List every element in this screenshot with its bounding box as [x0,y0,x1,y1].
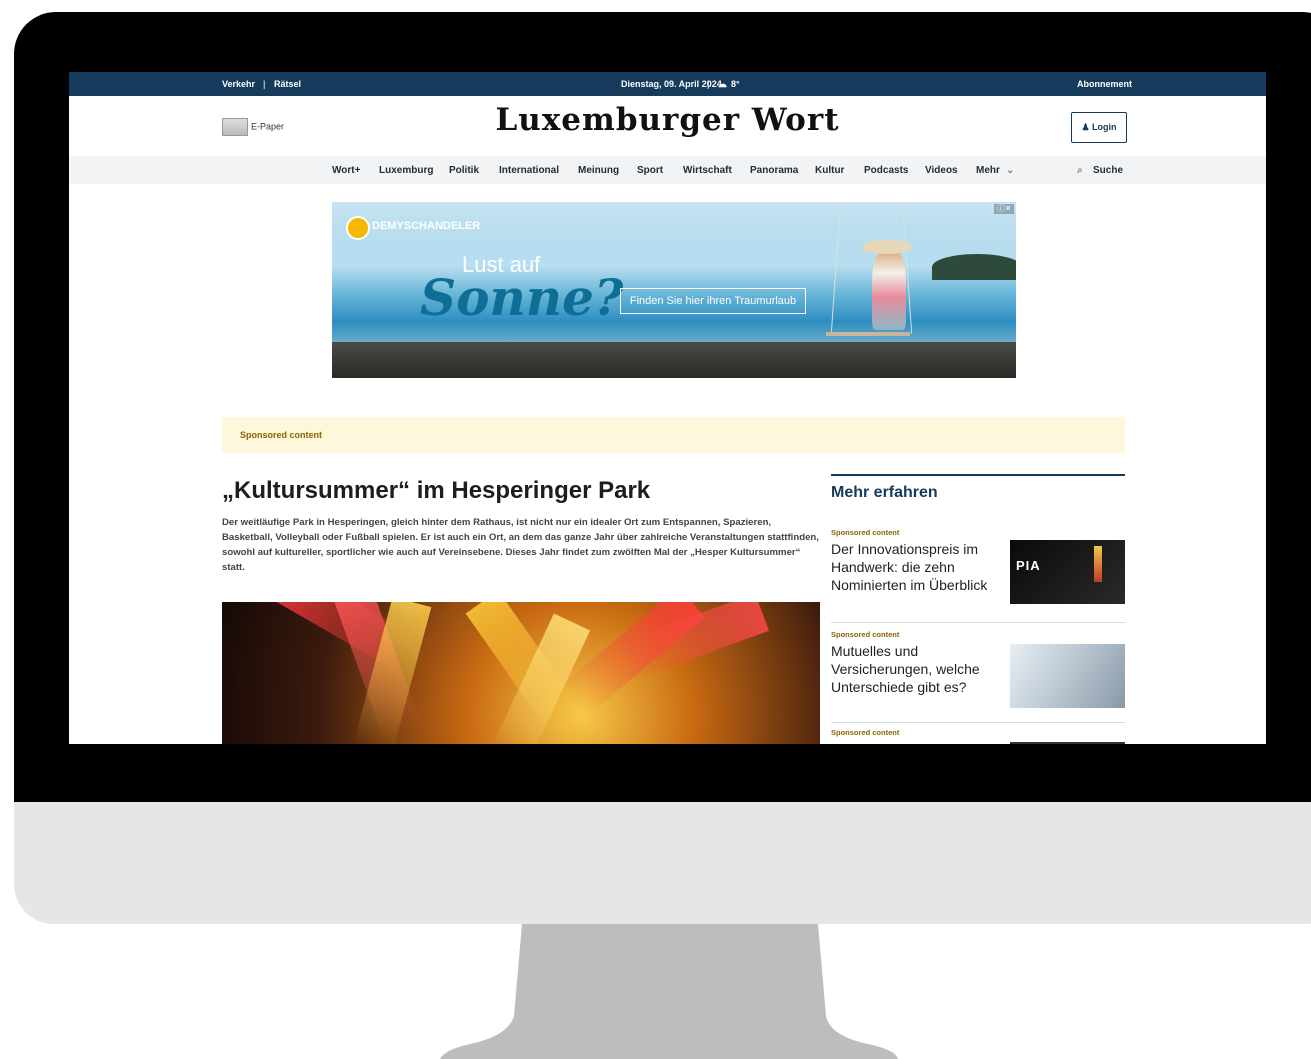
nav-item-luxemburg[interactable]: Luxemburg [379,165,433,176]
sponsored-bar-label: Sponsored content [240,430,323,440]
top-weather: 8° [731,79,740,89]
article-headline[interactable]: „Kultursummer“ im Hesperinger Park [222,477,822,505]
nav-item-wortplus[interactable]: Wort+ [332,165,360,176]
top-link-abonnement[interactable]: Abonnement [1077,79,1132,89]
login-button[interactable]: ♟ Login [1071,112,1127,143]
card-tag: Sponsored content [831,630,900,639]
nav-item-kultur[interactable]: Kultur [815,165,844,176]
ad-woman [872,248,906,330]
nav-item-podcasts[interactable]: Podcasts [864,165,908,176]
ad-brand-logo [346,216,370,240]
card-thumbnail[interactable]: PIA [1010,540,1125,604]
chevron-down-icon[interactable]: ⌄ [1006,165,1014,176]
sidebar-rule [831,474,1125,476]
ad-close-icon[interactable]: ⓘ✕ [994,204,1014,214]
top-link-raetsel[interactable]: Rätsel [274,79,301,89]
sponsored-bar: Sponsored content [222,417,1125,453]
nav-item-panorama[interactable]: Panorama [750,165,798,176]
top-date-separator: | [707,79,710,89]
top-separator: | [263,79,266,89]
article-lead: Der weitläufige Park in Hesperingen, gle… [222,517,819,573]
ad-cta[interactable]: Finden Sie hier ihren Traumurlaub [620,288,806,314]
nav-item-international[interactable]: International [499,165,559,176]
ad-island [932,254,1016,280]
card-thumbnail[interactable] [1010,644,1125,708]
sidebar-card[interactable]: Sponsored content Mutuelles und Versiche… [831,630,1125,726]
search-link[interactable]: Suche [1093,165,1123,176]
nav-item-mehr[interactable]: Mehr [976,165,1000,176]
card-divider [831,622,1125,623]
trophy-icon [1094,546,1102,582]
ad-banner[interactable]: DEMYSCHANDELER Lust auf Sonne? Finden Si… [332,202,1016,378]
site-header: E-Paper Luxemburger Wort ♟ Login [69,96,1266,156]
sidebar-card[interactable]: Sponsored content [831,728,1125,744]
ad-line2: Sonne? [420,268,624,327]
login-label: Login [1092,122,1117,132]
ad-brand: DEMYSCHANDELER [372,220,481,232]
top-link-verkehr[interactable]: Verkehr [222,79,255,89]
browser-screen: Verkehr | Rätsel Dienstag, 09. April 202… [69,72,1266,744]
nav-item-meinung[interactable]: Meinung [578,165,619,176]
ad-rocks [332,342,1016,378]
sidebar-title: Mehr erfahren [831,484,938,501]
ad-sky [332,202,1016,262]
nav-item-sport[interactable]: Sport [637,165,663,176]
sidebar: Mehr erfahren Sponsored content Der Inno… [831,474,1125,744]
monitor-stand [440,924,898,1059]
article-photo[interactable] [222,602,820,744]
weather-icon: ☁ [718,79,727,89]
card-title[interactable]: Mutuelles und Versicherungen, welche Unt… [831,642,1003,696]
card-thumbnail-text: PIA [1016,558,1041,573]
ad-hat [862,240,912,254]
card-divider [831,722,1125,723]
card-tag: Sponsored content [831,728,900,737]
monitor-chin [14,802,1311,924]
nav-item-politik[interactable]: Politik [449,165,479,176]
card-tag: Sponsored content [831,528,900,537]
sidebar-card[interactable]: Sponsored content Der Innovationspreis i… [831,528,1125,624]
search-icon[interactable]: ⌕ [1077,165,1083,176]
card-title[interactable]: Der Innovationspreis im Handwerk: die ze… [831,540,1003,594]
nav-item-wirtschaft[interactable]: Wirtschaft [683,165,732,176]
ad-swing-seat [826,332,910,336]
top-bar: Verkehr | Rätsel Dienstag, 09. April 202… [69,72,1266,96]
main-nav: Wort+ Luxemburg Politik International Me… [69,156,1266,184]
nav-item-videos[interactable]: Videos [925,165,958,176]
card-thumbnail[interactable] [1010,742,1125,744]
user-icon: ♟ [1081,122,1090,132]
